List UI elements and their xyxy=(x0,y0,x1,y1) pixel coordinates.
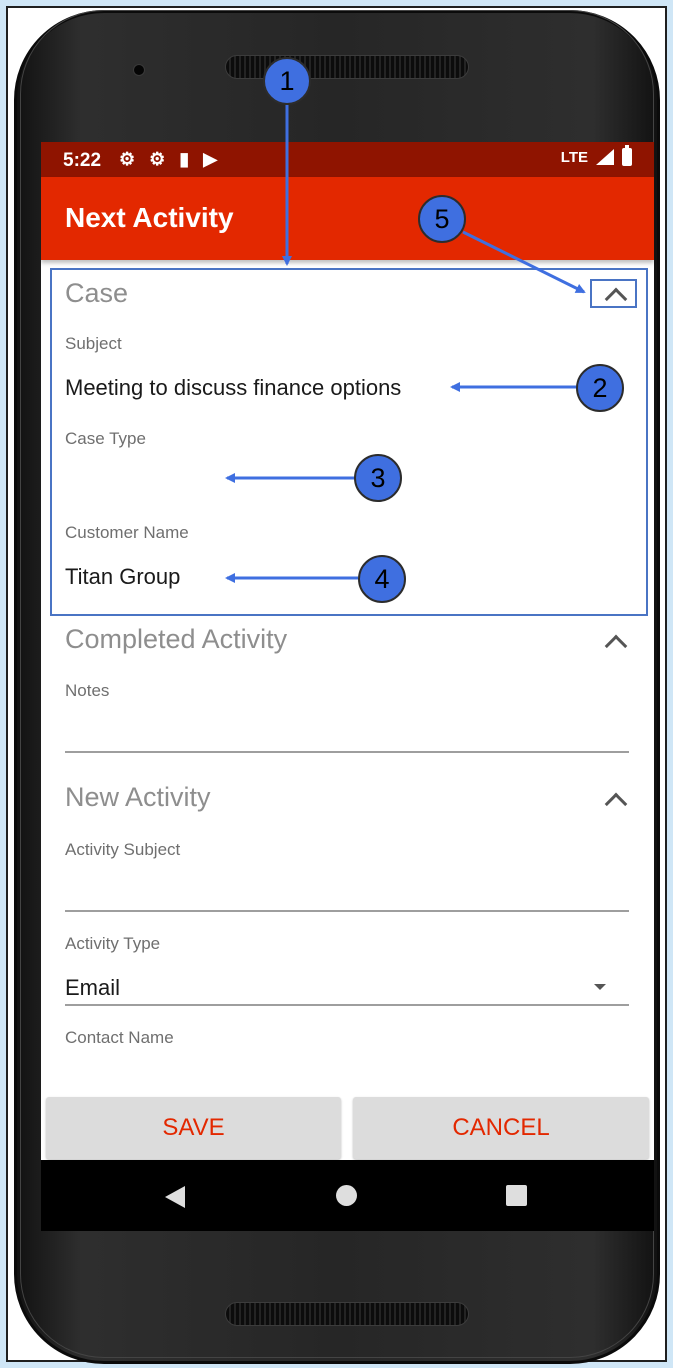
earpiece-speaker xyxy=(225,55,469,79)
notes-underline xyxy=(65,751,629,753)
chevron-up-icon[interactable] xyxy=(604,634,628,658)
subject-label: Subject xyxy=(65,334,122,353)
network-type: LTE xyxy=(560,148,588,166)
customer-name-value: Titan Group xyxy=(65,564,181,589)
play-store-icon: ▶ xyxy=(203,149,218,169)
activity-subject-label: Activity Subject xyxy=(65,840,181,859)
cancel-button[interactable]: CANCEL xyxy=(353,1097,649,1159)
annotation-callout-4: 4 xyxy=(358,555,406,603)
gear-icon: ⚙ xyxy=(149,149,166,169)
back-icon[interactable] xyxy=(165,1186,185,1208)
recents-icon[interactable] xyxy=(506,1185,527,1206)
activity-type-label: Activity Type xyxy=(65,934,161,953)
contact-name-label: Contact Name xyxy=(65,1028,174,1047)
case-type-label: Case Type xyxy=(65,429,146,448)
annotation-callout-1: 1 xyxy=(263,57,311,105)
bottom-speaker xyxy=(225,1302,469,1326)
save-button[interactable]: SAVE xyxy=(46,1097,341,1159)
annotation-callout-5: 5 xyxy=(418,195,466,243)
front-camera xyxy=(133,64,145,76)
annotation-callout-3: 3 xyxy=(354,454,402,502)
chevron-down-icon[interactable] xyxy=(594,984,606,990)
signal-icon xyxy=(596,149,614,165)
customer-name-label: Customer Name xyxy=(65,523,189,542)
section-title-case[interactable]: Case xyxy=(65,278,128,309)
section-title-new-activity[interactable]: New Activity xyxy=(65,782,211,813)
status-bar: 5:22 ⚙ ⚙ ▮ ▶ LTE xyxy=(41,142,654,177)
phone-screen: 5:22 ⚙ ⚙ ▮ ▶ LTE Next Activity Case Subj… xyxy=(41,142,654,1231)
subject-value: Meeting to discuss finance options xyxy=(65,375,402,400)
section-title-completed-activity[interactable]: Completed Activity xyxy=(65,624,287,655)
home-icon[interactable] xyxy=(336,1185,357,1206)
activity-subject-underline xyxy=(65,910,629,912)
gear-icon: ⚙ xyxy=(119,149,136,169)
activity-type-underline xyxy=(65,1004,629,1006)
system-status: LTE xyxy=(560,145,632,166)
chevron-up-icon[interactable] xyxy=(604,287,628,311)
battery-icon xyxy=(622,145,632,166)
chevron-up-icon[interactable] xyxy=(604,792,628,816)
app-bar: Next Activity xyxy=(41,177,654,260)
navigation-bar xyxy=(41,1160,654,1231)
annotation-callout-2: 2 xyxy=(576,364,624,412)
sd-card-icon: ▮ xyxy=(179,149,190,169)
notification-icons: ⚙ ⚙ ▮ ▶ xyxy=(119,150,217,168)
notes-label: Notes xyxy=(65,681,110,700)
status-time: 5:22 xyxy=(63,150,102,171)
activity-type-select[interactable]: Email xyxy=(65,975,120,1001)
page-title: Next Activity xyxy=(65,202,234,233)
